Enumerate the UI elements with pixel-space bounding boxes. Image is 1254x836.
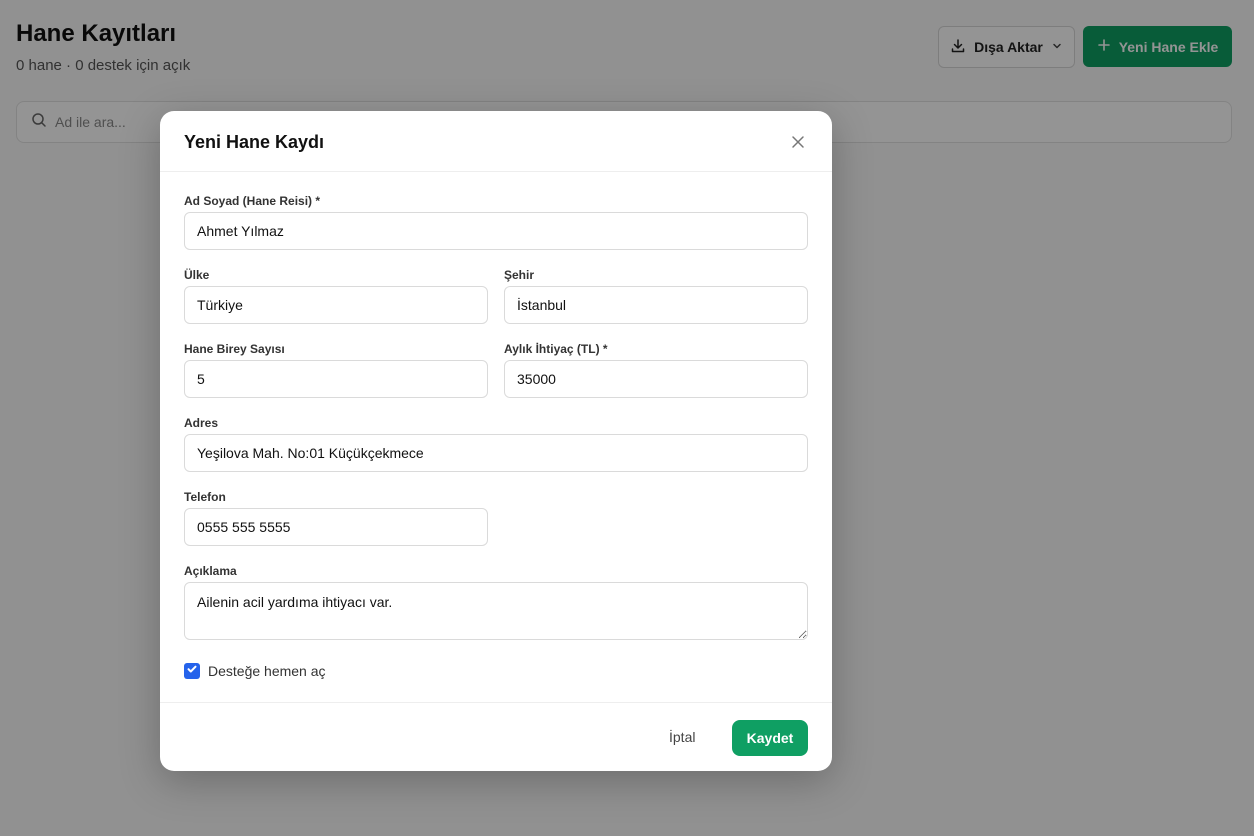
modal-title: Yeni Hane Kaydı (184, 132, 325, 152)
open-support-checkbox[interactable] (184, 663, 200, 679)
phone-input[interactable] (184, 508, 488, 546)
monthly-need-input[interactable] (504, 360, 808, 398)
open-support-row[interactable]: Desteğe hemen aç (184, 663, 326, 679)
new-household-modal: Yeni Hane Kaydı Ad Soyad (Hane Reisi) * … (160, 111, 832, 771)
address-input[interactable] (184, 434, 808, 472)
country-input[interactable] (184, 286, 488, 324)
cancel-button[interactable]: İptal (669, 729, 695, 745)
address-label: Adres (184, 416, 219, 430)
country-label: Ülke (184, 268, 210, 282)
city-input[interactable] (504, 286, 808, 324)
city-label: Şehir (504, 268, 535, 282)
open-support-label: Desteğe hemen aç (208, 663, 326, 679)
save-button[interactable]: Kaydet (732, 720, 808, 756)
monthly-need-label: Aylık İhtiyaç (TL) * (504, 342, 608, 356)
members-input[interactable] (184, 360, 488, 398)
modal-footer: İptal Kaydet (160, 702, 832, 771)
description-textarea[interactable]: Ailenin acil yardıma ihtiyacı var. (184, 582, 808, 640)
check-icon (186, 662, 198, 680)
description-label: Açıklama (184, 564, 237, 578)
modal-header: Yeni Hane Kaydı (160, 111, 832, 172)
name-label: Ad Soyad (Hane Reisi) * (184, 194, 321, 208)
close-icon[interactable] (788, 132, 808, 152)
name-input[interactable] (184, 212, 808, 250)
phone-label: Telefon (184, 490, 226, 504)
members-label: Hane Birey Sayısı (184, 342, 285, 356)
